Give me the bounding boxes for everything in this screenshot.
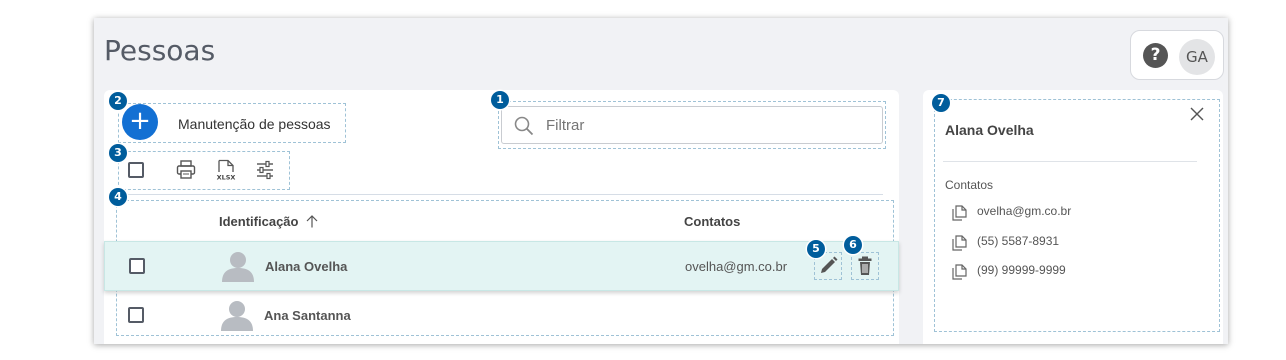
select-all-checkbox[interactable] [128,162,144,178]
help-icon[interactable]: ? [1143,43,1168,68]
app-window: Pessoas ? GA 2 + Manutenção de pessoas 1… [94,18,1228,344]
user-avatar[interactable]: GA [1179,39,1215,75]
people-list-panel: 2 + Manutenção de pessoas 1 3 XLSX [104,90,899,344]
row-name: Alana Ovelha [265,259,348,274]
person-avatar-icon [221,301,253,331]
filter-input[interactable] [546,115,866,135]
detail-separator [943,161,1197,162]
add-person-label[interactable]: Manutenção de pessoas [178,116,331,132]
callout-6: 6 [844,236,862,254]
copy-icon[interactable] [951,234,969,252]
person-detail-panel: 7 Alana Ovelha Contatos ovelha@gm.co.br … [923,90,1223,344]
row-name: Ana Santanna [264,308,351,323]
column-header-contatos[interactable]: Contatos [684,214,740,229]
detail-contact-item[interactable]: ovelha@gm.co.br [951,202,1201,222]
copy-icon[interactable] [951,263,969,281]
callout-5: 5 [807,240,825,258]
svg-text:XLSX: XLSX [217,174,236,182]
table-row[interactable]: Ana Santanna [104,291,899,341]
callout-1: 1 [491,91,509,109]
page-title: Pessoas [104,34,216,67]
header-actions: ? GA [1130,30,1224,80]
xlsx-export-icon[interactable]: XLSX [215,159,237,181]
contacts-section-label: Contatos [945,178,994,192]
callout-3: 3 [109,144,127,162]
contact-value: ovelha@gm.co.br [977,204,1072,218]
copy-icon[interactable] [951,204,969,222]
row-checkbox[interactable] [128,307,144,323]
callout-7: 7 [932,94,950,112]
column-header-identificacao[interactable]: Identificação [219,214,318,229]
printer-icon[interactable] [175,159,197,181]
detail-contact-item[interactable]: (99) 99999-9999 [951,261,1201,281]
sort-ascending-icon [306,215,318,228]
search-icon [514,116,534,136]
detail-person-name: Alana Ovelha [945,122,1034,138]
table-row[interactable]: Alana Ovelha ovelha@gm.co.br 5 6 [104,236,899,291]
filter-settings-icon[interactable] [254,159,276,181]
person-avatar-icon [222,252,254,282]
row-checkbox[interactable] [129,258,145,274]
toolbar-separator [120,194,883,195]
row-contact: ovelha@gm.co.br [685,259,788,274]
column-label: Identificação [219,214,299,229]
add-person-button[interactable]: + [122,104,158,140]
callout-2: 2 [109,92,127,110]
contact-value: (55) 5587-8931 [977,234,1060,248]
callout-4: 4 [109,188,127,206]
filter-box[interactable] [501,106,883,144]
contact-value: (99) 99999-9999 [977,263,1066,277]
trash-icon[interactable] [852,253,878,279]
detail-contact-item[interactable]: (55) 5587-8931 [951,232,1201,252]
close-icon[interactable] [1189,106,1205,122]
